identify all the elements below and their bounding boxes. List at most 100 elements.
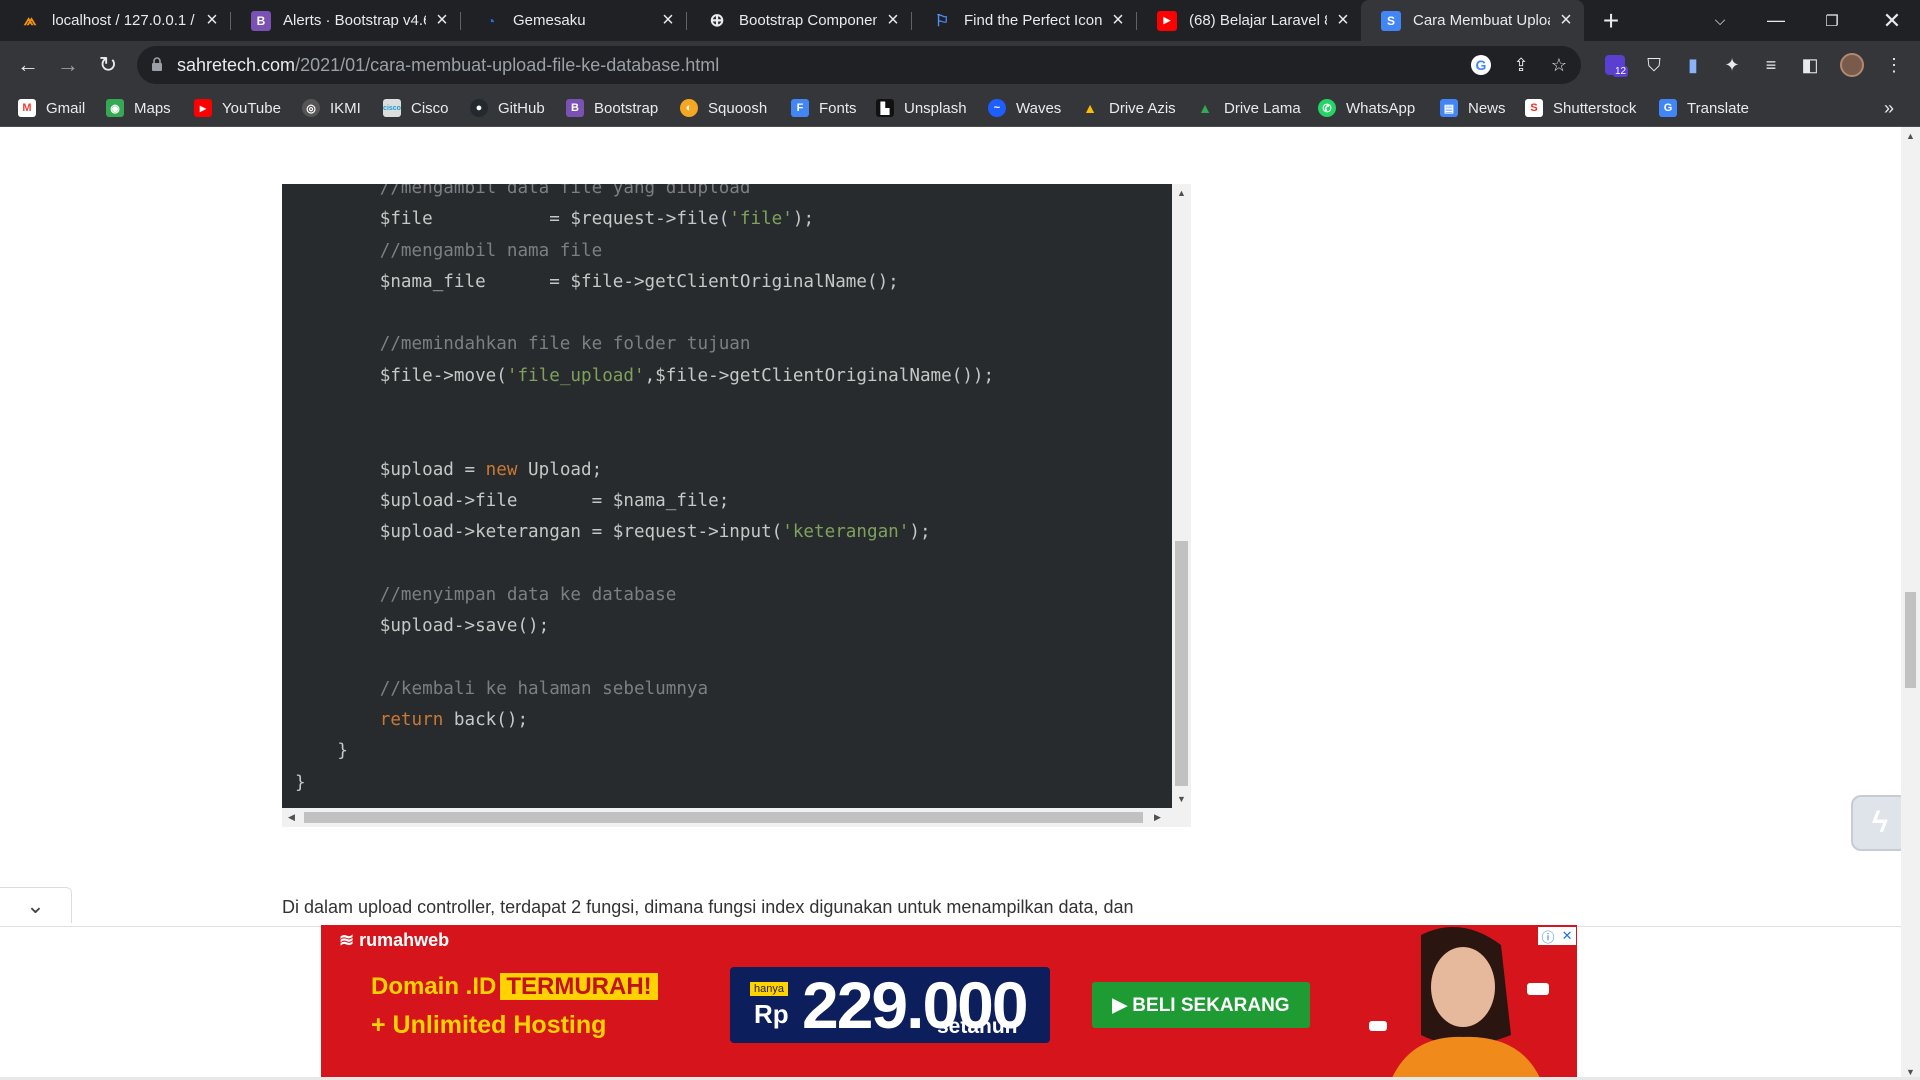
close-icon[interactable]: × <box>1333 9 1353 31</box>
shield-icon[interactable]: ⛉ <box>1640 51 1668 79</box>
tab-search-button[interactable]: ⌵ <box>1692 0 1748 41</box>
google-icon[interactable]: G <box>1467 51 1495 79</box>
bootstrap-icon: B <box>566 99 584 117</box>
more-menu-icon[interactable]: ⋮ <box>1880 51 1908 79</box>
code-keyword: new <box>485 459 518 480</box>
code-line: $upload->save(); <box>295 616 550 637</box>
bookmark-cisco[interactable]: cisco Cisco <box>383 97 449 119</box>
bookmark-news[interactable]: ▤ News <box>1440 97 1506 119</box>
code-comment: //memindahkan file ke folder tujuan <box>295 334 751 355</box>
code-vertical-scroll-thumb[interactable] <box>1175 541 1188 786</box>
share-icon[interactable]: ⇪ <box>1507 51 1535 79</box>
bookmark-shutterstock[interactable]: S Shutterstock <box>1525 97 1636 119</box>
bookmark-maps[interactable]: ◉ Maps <box>106 97 171 119</box>
tab-title: Find the Perfect Icon <box>964 12 1102 29</box>
close-icon[interactable]: × <box>658 9 678 31</box>
bookmarks-overflow-icon[interactable]: » <box>1884 97 1894 119</box>
scroll-up-arrow-icon[interactable]: ▲ <box>1177 188 1186 198</box>
google-drive-icon: ▲ <box>1081 99 1099 117</box>
cisco-icon: cisco <box>383 99 401 117</box>
bookmark-label: Translate <box>1687 99 1749 117</box>
close-icon[interactable]: × <box>1108 9 1128 31</box>
bookmark-label: Bootstrap <box>594 99 659 117</box>
close-icon[interactable]: ✕ <box>1562 928 1573 944</box>
bookmark-label: Cisco <box>411 99 449 117</box>
reading-list-icon[interactable]: ≡ <box>1757 51 1785 79</box>
shutterstock-icon: S <box>1525 99 1543 117</box>
reload-button[interactable]: ↻ <box>92 49 124 81</box>
gemesaku-icon: ◔ <box>481 10 501 31</box>
code-horizontal-scroll-thumb[interactable] <box>304 812 1143 823</box>
close-icon[interactable]: × <box>883 9 903 31</box>
s-icon: S <box>1381 10 1401 31</box>
bookmark-ikmi[interactable]: ◎ IKMI <box>302 97 361 119</box>
minimize-button[interactable]: — <box>1748 0 1804 41</box>
info-icon[interactable]: ⓘ <box>1542 927 1555 946</box>
ad-headline-text: Domain .ID <box>371 973 497 1000</box>
tab-localhost[interactable]: ⩕ localhost / 127.0.0.1 / × <box>0 0 230 41</box>
close-window-button[interactable]: ✕ <box>1864 0 1920 41</box>
tab-gemesaku[interactable]: ◔ Gemesaku × <box>461 0 686 41</box>
bookmark-bootstrap[interactable]: B Bootstrap <box>566 97 658 119</box>
tab-title: localhost / 127.0.0.1 / <box>52 12 195 29</box>
scroll-right-arrow-icon[interactable]: ▶ <box>1154 812 1161 823</box>
ad-headline: Domain .ID TERMURAH! <box>371 973 658 1001</box>
bookmark-unsplash[interactable]: ▙ Unsplash <box>876 97 967 119</box>
tab-bootstrap-alerts[interactable]: B Alerts · Bootstrap v4.6 × <box>231 0 460 41</box>
close-icon[interactable]: × <box>432 9 452 31</box>
ad-price-prefix: hanya <box>750 982 788 996</box>
avatar[interactable] <box>1838 51 1866 79</box>
bookmark-label: Shutterstock <box>1553 99 1637 117</box>
code-comment: //menyimpan data ke database <box>295 584 677 605</box>
restore-button[interactable]: ❐ <box>1804 0 1860 41</box>
ad-buy-button[interactable]: ▶ BELI SEKARANG <box>1092 982 1310 1028</box>
tab-title: Cara Membuat Upload <box>1413 12 1550 29</box>
scroll-down-arrow-icon[interactable]: ▼ <box>1906 1067 1915 1077</box>
bookmark-squoosh[interactable]: ◐ Squoosh <box>680 97 767 119</box>
scroll-left-arrow-icon[interactable]: ◀ <box>288 812 295 823</box>
close-icon[interactable]: × <box>202 9 222 31</box>
bookmark-drive-lama[interactable]: ▲ Drive Lama <box>1196 97 1301 119</box>
tab-bootstrap-components[interactable]: ⊕ Bootstrap Components × <box>687 0 911 41</box>
bookmark-label: IKMI <box>330 99 361 117</box>
bookmark-gmail[interactable]: M Gmail <box>18 97 85 119</box>
extension-counter-icon[interactable]: 12 <box>1601 51 1629 79</box>
article-paragraph: Di dalam upload controller, terdapat 2 f… <box>282 897 1134 917</box>
fonts-icon: F <box>791 99 809 117</box>
bookmark-star-icon[interactable]: ☆ <box>1545 51 1573 79</box>
document-extension-icon[interactable]: ▮ <box>1679 51 1707 79</box>
ad-banner[interactable]: ≋ rumahweb Domain .ID TERMURAH! + Unlimit… <box>321 925 1577 1080</box>
tab-cara-membuat-upload[interactable]: S Cara Membuat Upload × <box>1361 0 1584 41</box>
bookmark-label: Drive Lama <box>1224 99 1301 117</box>
page-scroll-thumb[interactable] <box>1905 592 1916 688</box>
address-bar[interactable]: sahretech.com/2021/01/cara-membuat-uploa… <box>137 46 1581 84</box>
close-icon[interactable]: × <box>1556 9 1576 31</box>
forward-button[interactable]: → <box>52 49 84 81</box>
tab-youtube-laravel[interactable]: ▶ (68) Belajar Laravel 8 × <box>1137 0 1361 41</box>
translate-icon: G <box>1659 99 1677 117</box>
tab-title: Gemesaku <box>513 12 586 29</box>
tab-strip: ⩕ localhost / 127.0.0.1 / × B Alerts · B… <box>0 0 1920 41</box>
new-tab-button[interactable]: + <box>1596 5 1626 36</box>
collapse-ad-button[interactable]: ⌄ <box>0 887 72 923</box>
bookmark-youtube[interactable]: ▶ YouTube <box>194 97 281 119</box>
back-button[interactable]: ← <box>12 49 44 81</box>
bookmark-whatsapp[interactable]: ✆ WhatsApp <box>1318 97 1415 119</box>
bookmark-waves[interactable]: ~ Waves <box>988 97 1061 119</box>
scroll-down-arrow-icon[interactable]: ▼ <box>1177 794 1186 804</box>
bookmark-github[interactable]: ● GitHub <box>470 97 545 119</box>
side-panel-icon[interactable]: ◧ <box>1796 51 1824 79</box>
bookmark-fonts[interactable]: F Fonts <box>791 97 857 119</box>
code-horizontal-scrollbar[interactable]: ◀ ▶ <box>282 808 1191 827</box>
ad-choices[interactable]: ⓘ ✕ <box>1538 927 1576 945</box>
bookmark-drive-azis[interactable]: ▲ Drive Azis <box>1081 97 1176 119</box>
code-vertical-scrollbar[interactable]: ▲ ▼ <box>1172 184 1191 808</box>
scroll-up-arrow-icon[interactable]: ▲ <box>1906 131 1915 141</box>
tab-find-icon[interactable]: ⚐ Find the Perfect Icon × <box>912 0 1136 41</box>
puzzle-icon[interactable]: ✦ <box>1718 51 1746 79</box>
bookmark-translate[interactable]: G Translate <box>1659 97 1749 119</box>
squoosh-icon: ◐ <box>680 99 698 117</box>
youtube-icon: ▶ <box>1157 10 1177 31</box>
page-scrollbar[interactable]: ▲ ▼ <box>1901 127 1920 1080</box>
code-comment: //mengambil data file yang diupload <box>295 184 751 198</box>
